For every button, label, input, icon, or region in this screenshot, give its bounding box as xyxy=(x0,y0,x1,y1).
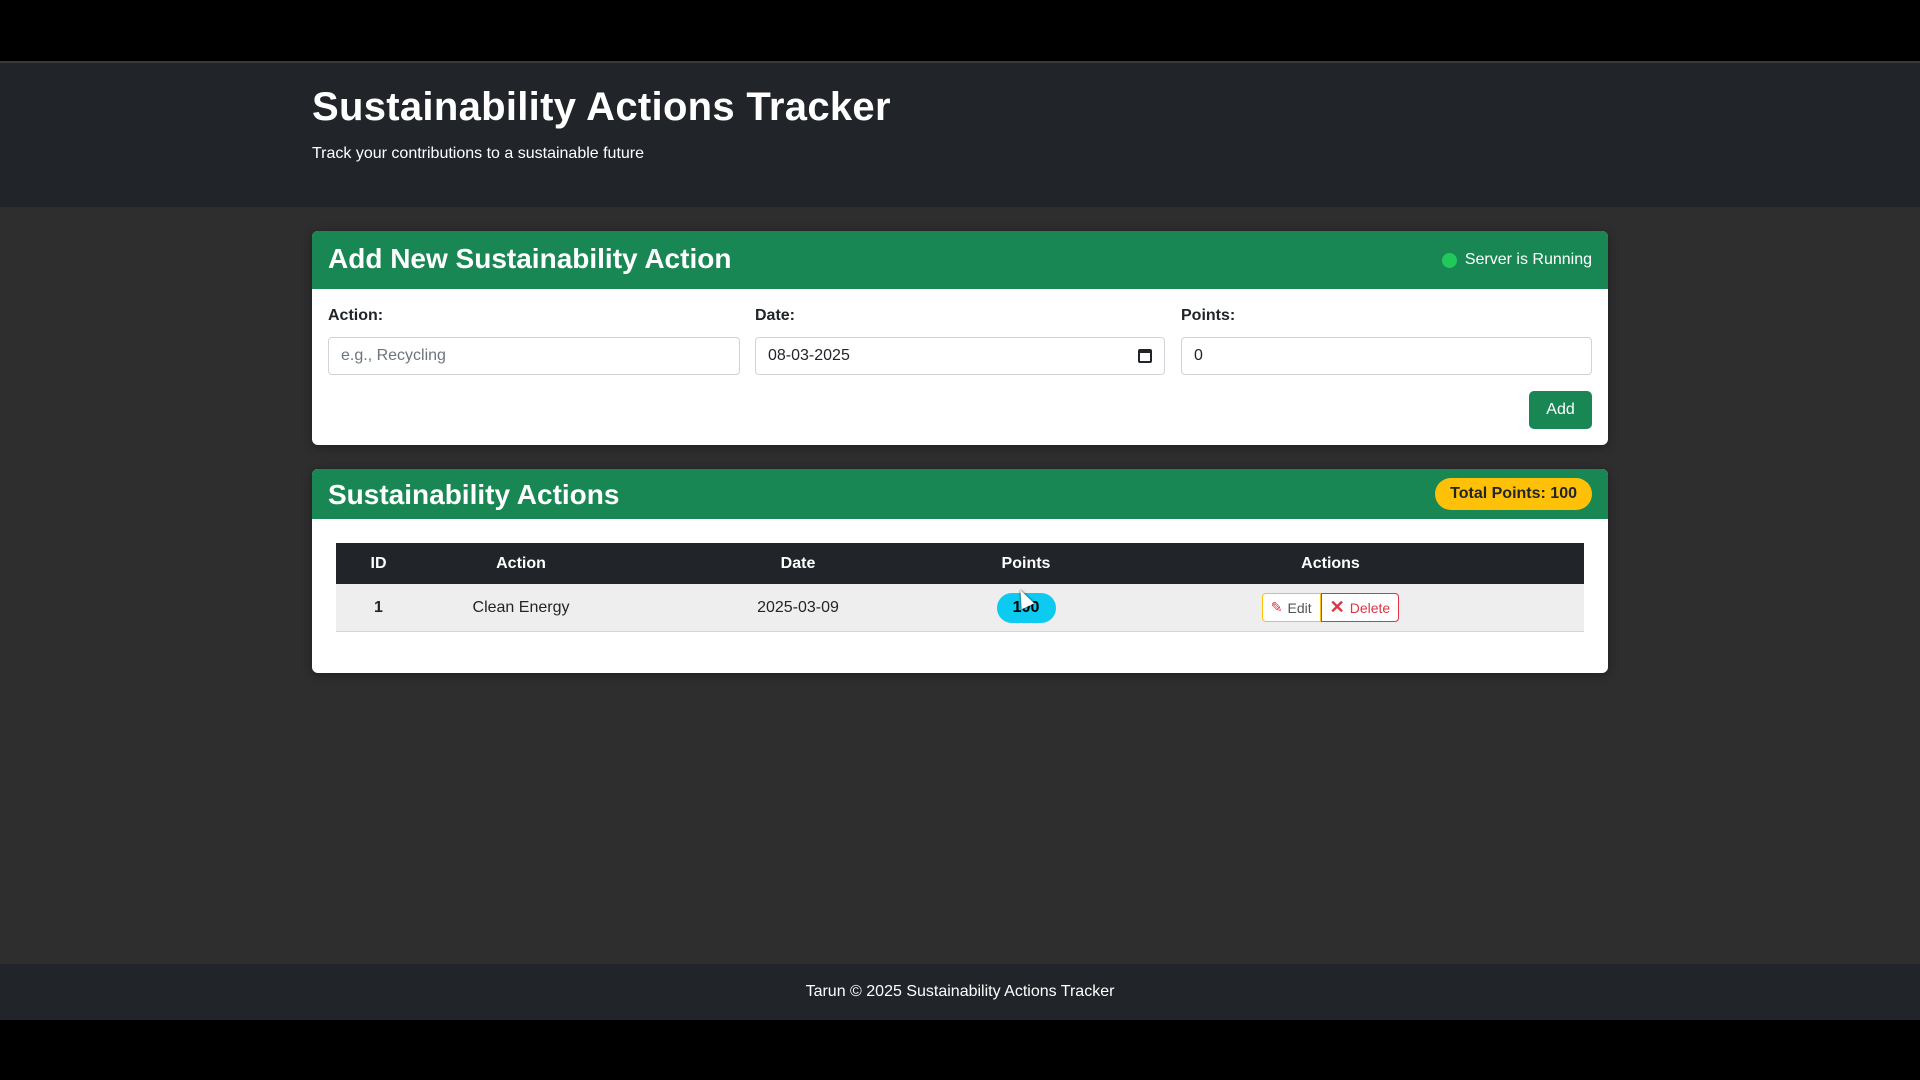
footer-text: Tarun © 2025 Sustainability Actions Trac… xyxy=(805,983,1115,1000)
delete-button-label: Delete xyxy=(1349,599,1391,616)
row-date: 2025-03-09 xyxy=(621,584,975,632)
date-input[interactable]: 08-03-2025 xyxy=(755,337,1165,375)
total-points-badge: Total Points: 100 xyxy=(1435,478,1592,510)
table-row: 1 Clean Energy 2025-03-09 100 ✎ Edit ✕ D… xyxy=(336,584,1584,632)
close-icon: ✕ xyxy=(1329,597,1345,617)
page-header: Sustainability Actions Tracker Track you… xyxy=(0,63,1920,207)
date-label: Date: xyxy=(755,307,796,324)
actions-table: ID Action Date Points Actions 1 Clean En… xyxy=(336,543,1584,632)
row-actions-cell: ✎ Edit ✕ Delete xyxy=(1077,584,1584,632)
column-header-actions: Actions xyxy=(1077,543,1584,584)
action-label: Action: xyxy=(328,307,384,324)
status-dot-icon xyxy=(1441,252,1457,268)
action-input-placeholder: e.g., Recycling xyxy=(341,347,446,364)
points-input[interactable]: 0 xyxy=(1181,337,1592,375)
page-title: Sustainability Actions Tracker xyxy=(312,85,891,129)
row-action-buttons: ✎ Edit ✕ Delete xyxy=(1261,593,1400,622)
delete-button[interactable]: ✕ Delete xyxy=(1320,593,1400,622)
edit-button[interactable]: ✎ Edit xyxy=(1261,593,1321,622)
date-input-value: 08-03-2025 xyxy=(768,347,850,364)
actions-list-card-header: Sustainability Actions Total Points: 100 xyxy=(312,469,1608,519)
column-header-points: Points xyxy=(975,543,1077,584)
actions-list-title: Sustainability Actions xyxy=(328,479,620,510)
points-input-value: 0 xyxy=(1194,347,1203,364)
top-bar xyxy=(0,0,1920,63)
edit-button-label: Edit xyxy=(1287,599,1312,616)
server-status-text: Server is Running xyxy=(1464,251,1592,268)
add-action-title: Add New Sustainability Action xyxy=(328,243,732,274)
column-header-action: Action xyxy=(421,543,621,584)
points-label: Points: xyxy=(1181,307,1236,324)
add-button[interactable]: Add xyxy=(1529,391,1592,429)
bottom-bar xyxy=(0,1020,1920,1080)
table-header-row: ID Action Date Points Actions xyxy=(336,543,1584,584)
pencil-icon: ✎ xyxy=(1270,599,1283,615)
page-subtitle: Track your contributions to a sustainabl… xyxy=(312,145,645,162)
action-input[interactable]: e.g., Recycling xyxy=(328,337,740,375)
column-header-date: Date xyxy=(621,543,975,584)
column-header-id: ID xyxy=(336,543,421,584)
page-footer: Tarun © 2025 Sustainability Actions Trac… xyxy=(0,964,1920,1020)
add-action-card-header: Add New Sustainability Action Server is … xyxy=(312,231,1608,289)
server-status: Server is Running xyxy=(1441,251,1592,269)
calendar-icon[interactable] xyxy=(1138,349,1152,363)
row-action: Clean Energy xyxy=(421,584,621,632)
page: Sustainability Actions Tracker Track you… xyxy=(0,0,1920,1080)
row-id: 1 xyxy=(336,584,421,632)
